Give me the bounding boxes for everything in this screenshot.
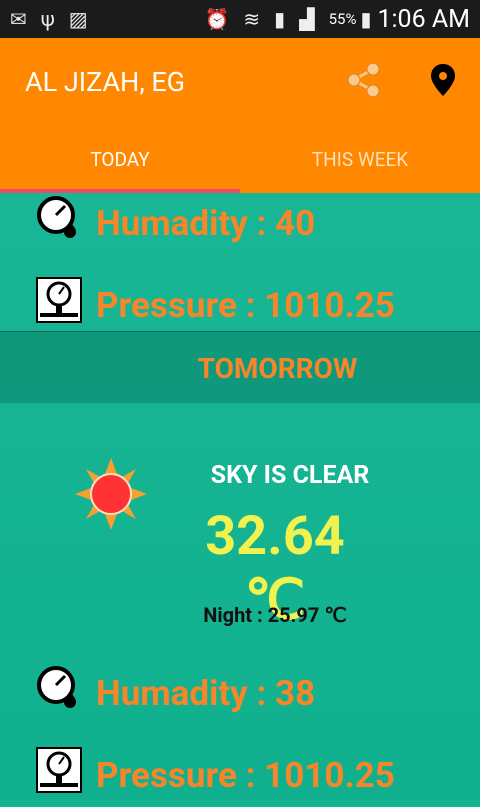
night-temperature: Night : 25.97 ℃: [203, 603, 347, 627]
sun-icon: [75, 458, 147, 530]
tomorrow-pressure-row: Pressure : 1010.25: [0, 747, 480, 807]
tomorrow-pressure: Pressure : 1010.25: [96, 755, 395, 796]
tab-this-week[interactable]: THIS WEEK: [240, 148, 480, 171]
tomorrow-humidity: Humadity : 38: [96, 673, 316, 714]
tomorrow-label: TOMORROW: [197, 352, 358, 385]
battery-charging-icon: ▮: [360, 7, 372, 31]
battery-percent: 55%: [328, 10, 357, 28]
today-pressure: Pressure : 1010.25: [96, 285, 395, 326]
image-icon: ▨: [68, 7, 88, 31]
sky-condition: SKY IS CLEAR: [210, 461, 370, 490]
alarm-icon: ⏰: [204, 7, 230, 31]
wifi-icon: ≋: [243, 7, 261, 31]
tab-today[interactable]: TODAY: [0, 148, 240, 171]
today-humidity-row: Humadity : 40: [0, 195, 480, 255]
today-pressure-row: Pressure : 1010.25: [0, 277, 480, 337]
status-bar: ✉ ψ ▨ ⏰ ≋ ▮ ▟ 55% ▮ 1:06 AM: [0, 0, 480, 38]
location-pin-icon[interactable]: [430, 64, 456, 96]
sim-icon: ▮: [274, 7, 286, 31]
mail-icon: ✉: [10, 7, 27, 31]
today-humidity: Humadity : 40: [96, 203, 316, 244]
weather-content[interactable]: Humadity : 40 Pressure : 1010.25 TOMORRO…: [0, 193, 480, 800]
tomorrow-header: TOMORROW: [0, 331, 480, 403]
pressure-gauge-icon: [36, 277, 82, 323]
signal-icon: ▟: [299, 7, 315, 31]
humidity-gauge-icon: [37, 196, 76, 238]
location-title: AL JIZAH, EG: [25, 66, 186, 98]
clock: 1:06 AM: [377, 4, 470, 34]
share-icon[interactable]: [344, 60, 384, 100]
tomorrow-humidity-row: Humadity : 38: [0, 665, 480, 725]
usb-icon: ψ: [40, 7, 55, 31]
humidity-gauge-icon: [37, 666, 76, 708]
pressure-gauge-icon: [36, 747, 82, 793]
app-bar: AL JIZAH, EG TODAY THIS WEEK: [0, 38, 480, 193]
